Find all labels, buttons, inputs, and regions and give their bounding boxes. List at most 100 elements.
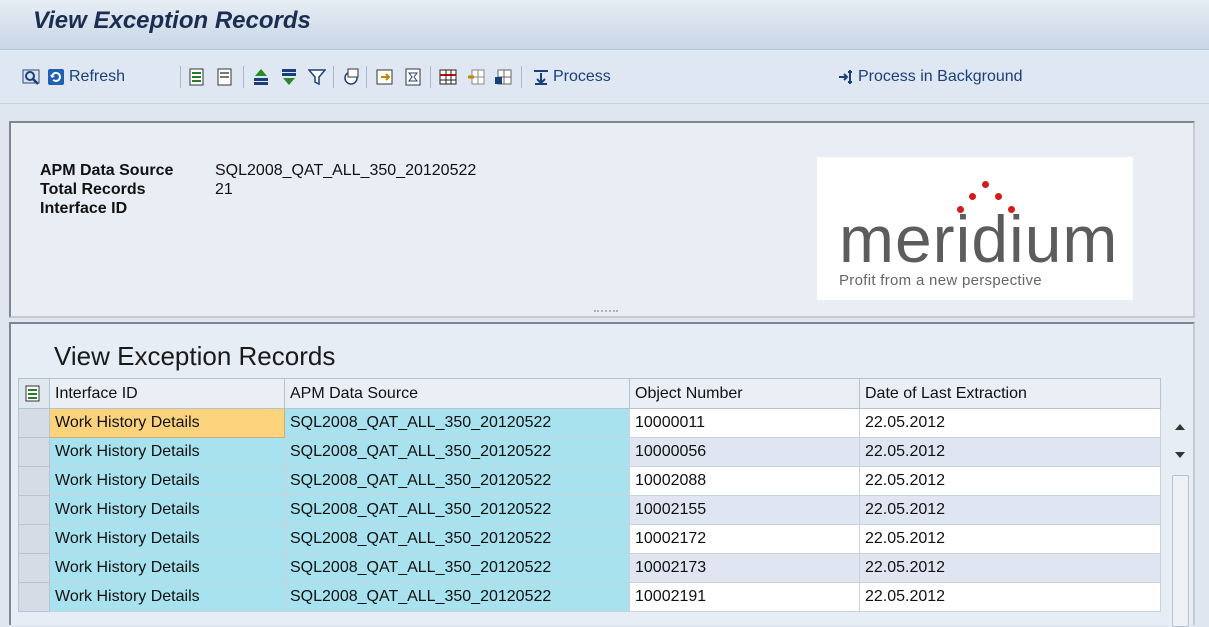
extraction-date-cell[interactable]: 22.05.2012 [859,466,1161,496]
table-row[interactable]: Work History Details SQL2008_QAT_ALL_350_… [18,466,1161,496]
table-row[interactable]: Work History Details SQL2008_QAT_ALL_350_… [18,437,1161,467]
logo-tagline: Profit from a new perspective [839,272,1042,289]
toolbar-separator [366,66,367,88]
layout-change-icon [467,68,485,86]
apm-data-source-cell[interactable]: SQL2008_QAT_ALL_350_20120522 [284,437,630,467]
meridium-logo: meridium Profit from a new perspective [817,157,1133,300]
header-panel: APM Data Source SQL2008_QAT_ALL_350_2012… [9,121,1195,318]
interface-id-cell[interactable]: Work History Details [49,553,285,583]
process-background-button[interactable]: Process in Background [838,65,1023,89]
interface-id-label: Interface ID [40,200,128,217]
table-row[interactable]: Work History Details SQL2008_QAT_ALL_350_… [18,553,1161,583]
header-info: APM Data Source SQL2008_QAT_ALL_350_2012… [40,161,476,218]
row-selector[interactable] [18,408,50,438]
filter-button[interactable] [307,65,327,89]
process-icon [532,68,550,86]
save-layout-button[interactable] [494,65,512,89]
interface-id-cell[interactable]: Work History Details [49,495,285,525]
logo-dot [982,181,989,188]
splitter-grip[interactable] [594,310,618,313]
interface-id-cell[interactable]: Work History Details [49,524,285,554]
scroll-down-icon[interactable] [1172,447,1188,463]
details-button[interactable] [22,65,40,89]
scroll-track[interactable] [1172,475,1189,627]
column-header-apm-data-source[interactable]: APM Data Source [284,378,630,409]
process-background-icon [838,68,856,86]
table-row[interactable]: Work History Details SQL2008_QAT_ALL_350_… [18,582,1161,612]
interface-id-cell[interactable]: Work History Details [49,408,285,438]
toolbar-separator [333,66,334,88]
table-row[interactable]: Work History Details SQL2008_QAT_ALL_350_… [18,408,1161,438]
table-row[interactable]: Work History Details SQL2008_QAT_ALL_350_… [18,495,1161,525]
row-selector[interactable] [18,582,50,612]
apm-data-source-cell[interactable]: SQL2008_QAT_ALL_350_20120522 [284,495,630,525]
row-selector[interactable] [18,466,50,496]
apm-data-source-cell[interactable]: SQL2008_QAT_ALL_350_20120522 [284,524,630,554]
sort-ascending-button[interactable] [252,65,270,89]
extraction-date-cell[interactable]: 22.05.2012 [859,553,1161,583]
logo-dot [969,193,976,200]
row-selector[interactable] [18,553,50,583]
sort-descending-icon [280,68,298,86]
refresh-label: Refresh [69,68,126,85]
interface-id-cell[interactable]: Work History Details [49,466,285,496]
object-number-cell[interactable]: 10002172 [629,524,860,554]
row-selector[interactable] [18,437,50,467]
print-button[interactable] [404,65,422,89]
column-header-object-number[interactable]: Object Number [629,378,860,409]
apm-data-source-cell[interactable]: SQL2008_QAT_ALL_350_20120522 [284,553,630,583]
row-selector[interactable] [18,524,50,554]
interface-id-cell[interactable]: Work History Details [49,582,285,612]
object-number-cell[interactable]: 10002155 [629,495,860,525]
object-number-cell[interactable]: 10002173 [629,553,860,583]
page-title: View Exception Records [33,7,311,34]
object-number-cell[interactable]: 10002088 [629,466,860,496]
toolbar-separator [180,66,181,88]
toolbar-separator [243,66,244,88]
column-header-date-last-extraction[interactable]: Date of Last Extraction [859,378,1161,409]
layout-icon [439,68,457,86]
process-background-label: Process in Background [858,68,1023,85]
refresh-button[interactable]: Refresh [47,65,125,89]
table-row[interactable]: Work History Details SQL2008_QAT_ALL_350_… [18,524,1161,554]
select-all-rows-cell[interactable] [18,378,50,409]
extraction-date-cell[interactable]: 22.05.2012 [859,408,1161,438]
column-header-interface-id[interactable]: Interface ID [49,378,285,409]
layout-save-icon [494,68,512,86]
vertical-scrollbar[interactable] [1169,413,1191,627]
extraction-date-cell[interactable]: 22.05.2012 [859,582,1161,612]
title-bar: View Exception Records [0,0,1209,50]
layout-button[interactable] [439,65,457,89]
extraction-date-cell[interactable]: 22.05.2012 [859,524,1161,554]
select-all-icon [188,68,206,86]
application-toolbar: Refresh Process Process in Background [0,50,1209,104]
extraction-date-cell[interactable]: 22.05.2012 [859,495,1161,525]
process-button[interactable]: Process [532,65,611,89]
interface-id-row: Interface ID [40,199,476,218]
sum-button[interactable] [342,65,360,89]
object-number-cell[interactable]: 10002191 [629,582,860,612]
sum-icon [342,68,360,86]
interface-id-cell[interactable]: Work History Details [49,437,285,467]
change-layout-button[interactable] [467,65,485,89]
apm-data-source-cell[interactable]: SQL2008_QAT_ALL_350_20120522 [284,408,630,438]
apm-data-source-cell[interactable]: SQL2008_QAT_ALL_350_20120522 [284,582,630,612]
data-source-value: SQL2008_QAT_ALL_350_20120522 [215,162,477,179]
object-number-cell[interactable]: 10000011 [629,408,860,438]
scroll-up-icon[interactable] [1172,419,1188,435]
data-source-label: APM Data Source [40,162,174,179]
select-all-button[interactable] [188,65,206,89]
sort-descending-button[interactable] [280,65,298,89]
export-button[interactable] [376,65,394,89]
deselect-all-icon [216,68,234,86]
toolbar-separator [521,66,522,88]
apm-data-source-cell[interactable]: SQL2008_QAT_ALL_350_20120522 [284,466,630,496]
filter-icon [307,68,327,86]
refresh-icon [47,68,65,86]
extraction-date-cell[interactable]: 22.05.2012 [859,437,1161,467]
toolbar-separator [430,66,431,88]
row-selector[interactable] [18,495,50,525]
deselect-all-button[interactable] [216,65,234,89]
object-number-cell[interactable]: 10000056 [629,437,860,467]
data-source-row: APM Data Source SQL2008_QAT_ALL_350_2012… [40,161,476,180]
